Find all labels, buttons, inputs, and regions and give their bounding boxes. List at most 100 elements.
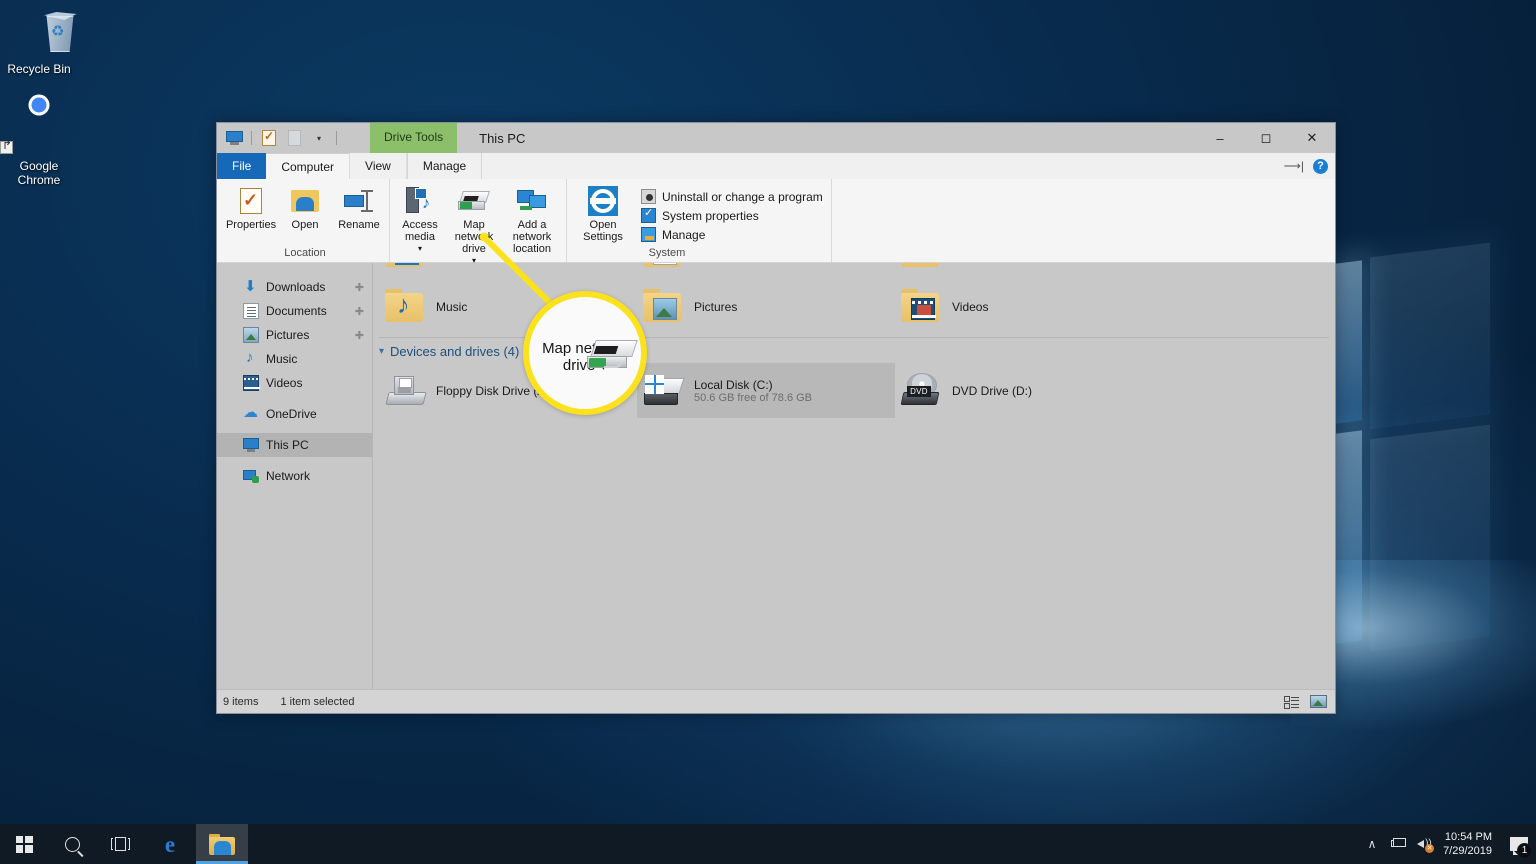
map-network-drive-icon [458,185,490,217]
settings-gear-icon [588,185,618,217]
sidebar-item-onedrive[interactable]: OneDrive [217,402,372,426]
close-button[interactable]: ✕ [1289,123,1335,153]
clock[interactable]: 10:54 PM 7/29/2019 [1437,824,1502,864]
desktop-icon-recycle-bin[interactable]: ♻ Recycle Bin [0,8,78,76]
wallpaper-pane [1370,242,1490,430]
network-tray-icon[interactable] [1385,824,1411,864]
help-icon[interactable]: ? [1313,158,1328,174]
button-label: Access media [402,219,438,243]
manage-computer-item[interactable]: Manage [637,226,827,243]
folder-tile[interactable]: Documents [637,263,895,279]
rename-button[interactable]: Rename [333,183,385,233]
taskbar-app-file-explorer[interactable] [196,824,248,864]
minimize-button[interactable]: – [1197,123,1243,153]
chevron-down-icon[interactable]: ▾ [379,346,384,357]
ribbon: Properties Open Rename Location [217,179,1335,281]
taskbar-app-edge[interactable]: e [144,824,196,864]
action-center-icon[interactable]: 1 [1502,824,1536,864]
sidebar-item-this-pc[interactable]: This PC [217,433,372,457]
folder-tile[interactable]: Videos [895,279,1153,334]
map-network-drive-button[interactable]: Map network drive ▾ [448,183,500,269]
button-label: Open [291,219,319,231]
window-title-bar[interactable]: ▾ Drive Tools This PC – ◻ ✕ [217,123,1335,153]
folder-documents-icon [643,263,685,273]
folder-desktop-icon [385,263,427,273]
local-disk-icon [643,370,685,412]
customize-dropdown-icon[interactable]: ▾ [308,128,330,148]
properties-icon[interactable] [258,128,280,148]
contextual-tab-drive-tools[interactable]: Drive Tools [370,123,458,153]
add-network-location-button[interactable]: Add a network location [502,183,562,257]
folder-downloads-icon [901,263,943,273]
start-icon[interactable] [0,824,48,864]
pictures-icon [243,327,259,343]
collapse-ribbon-icon[interactable]: ⟶| [1284,159,1304,173]
tab-file[interactable]: File [217,153,267,179]
documents-icon [243,303,259,319]
desktop-icon-google-chrome[interactable]: Google Chrome [0,105,78,187]
network-icon [243,468,259,484]
new-folder-icon[interactable] [283,128,305,148]
button-label: Properties [225,219,277,231]
window-title: This PC [479,130,526,146]
tile-label: Local Disk (C:) [694,377,773,392]
folder-tile[interactable]: Pictures [637,279,895,334]
system-properties-item[interactable]: System properties [637,206,827,224]
access-media-icon: ♪ [405,185,435,217]
volume-muted-icon[interactable]: )) ✕ [1411,824,1437,864]
sidebar-item-music[interactable]: Music [217,347,372,371]
ribbon-group-label: System [648,247,686,259]
folder-tile[interactable]: Desktop [379,263,637,279]
sidebar-item-label: Network [266,469,311,483]
file-explorer-window: ▾ Drive Tools This PC – ◻ ✕ File Compute… [216,122,1336,714]
sidebar-item-label: This PC [266,438,309,452]
divider [251,131,252,145]
sidebar-item-pictures[interactable]: Pictures ✚ [217,323,372,347]
open-button[interactable]: Open [279,183,331,233]
drive-tile-local-disk[interactable]: Local Disk (C:) 50.6 GB free of 78.6 GB [637,363,895,418]
chevron-down-icon: ▾ [417,244,422,253]
content-pane[interactable]: Desktop Documents Downloads [373,263,1335,689]
uninstall-program-item[interactable]: Uninstall or change a program [637,188,827,205]
folder-videos-icon [901,286,943,328]
this-pc-icon [243,437,259,453]
task-view-icon[interactable] [96,824,144,864]
selection-label: 1 item selected [280,695,355,708]
ribbon-empty-area [832,179,1335,262]
folder-tile[interactable]: Downloads [895,263,1153,279]
this-pc-icon[interactable] [223,128,245,148]
pin-icon: ✚ [354,329,364,342]
file-explorer-icon [209,833,235,855]
tab-view[interactable]: View [350,153,407,179]
pin-icon: ✚ [354,281,364,294]
tile-label: DVD Drive (D:) [952,383,1032,398]
show-hidden-icons-icon[interactable]: ∧ [1359,824,1385,864]
details-view-icon[interactable] [1280,693,1302,711]
sidebar-item-downloads[interactable]: Downloads ✚ [217,275,372,299]
search-icon[interactable] [48,824,96,864]
sidebar-item-network[interactable]: Network [217,464,372,488]
tab-computer[interactable]: Computer [266,153,351,179]
downloads-icon [243,277,259,295]
large-icons-view-icon[interactable] [1307,693,1329,711]
properties-button[interactable]: Properties [225,183,277,233]
maximize-button[interactable]: ◻ [1243,123,1289,153]
ribbon-group-system: Open Settings Uninstall or change a prog… [567,179,832,262]
sidebar-item-documents[interactable]: Documents ✚ [217,299,372,323]
tile-label: Pictures [694,299,738,314]
access-media-button[interactable]: ♪ Access media ▾ [394,183,446,257]
add-network-location-icon [517,185,547,217]
navigation-pane[interactable]: Downloads ✚ Documents ✚ Pictures ✚ Music… [217,263,373,689]
floppy-drive-icon [385,370,427,412]
sidebar-item-videos[interactable]: Videos [217,371,372,395]
button-label: Rename [338,219,380,231]
tile-label: Music [436,299,468,314]
open-settings-button[interactable]: Open Settings [577,183,629,245]
ribbon-group-label: Location [284,247,326,259]
system-tray: ∧ )) ✕ 10:54 PM 7/29/2019 1 [1359,824,1536,864]
sidebar-item-label: Pictures [266,328,310,342]
drive-tile-dvd[interactable]: DVD DVD Drive (D:) [895,363,1153,418]
tab-manage[interactable]: Manage [406,153,483,179]
devices-and-drives-header[interactable]: ▾ Devices and drives (4) [373,338,1335,363]
sidebar-item-label: OneDrive [266,407,317,421]
